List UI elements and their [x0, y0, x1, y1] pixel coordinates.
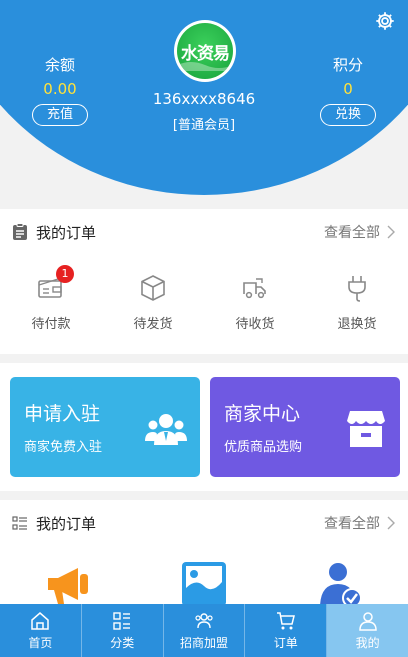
- merchant-center-banner[interactable]: 商家中心 优质商品选购: [210, 377, 400, 477]
- pending-payment-badge: 1: [56, 265, 74, 283]
- promo-banners: 申请入驻 商家免费入驻 商家中心 优质商品选购: [0, 363, 408, 491]
- profile-header: 余额 0.00 充值 水资易 136xxxx8646 [普通会员] 积分 0 兑…: [0, 0, 408, 200]
- order-returns[interactable]: 退换货: [306, 255, 408, 345]
- nav-label: 首页: [28, 635, 53, 650]
- order-item-label: 待收货: [235, 317, 275, 332]
- users-icon: [145, 414, 187, 445]
- nav-label: 招商加盟: [179, 635, 228, 650]
- nav-home[interactable]: 首页: [0, 604, 82, 657]
- points-label: 积分: [332, 56, 363, 74]
- orders-title: 我的订单: [36, 223, 97, 242]
- tools-view-all[interactable]: 查看全部: [324, 513, 380, 533]
- orders-header: 我的订单 查看全部: [0, 209, 408, 255]
- points-value: 0: [343, 80, 353, 98]
- tools-card: 我的订单 查看全部: [0, 500, 408, 604]
- order-item-label: 待付款: [31, 317, 71, 332]
- box-icon: [141, 275, 165, 301]
- nav-franchise[interactable]: 招商加盟: [164, 604, 246, 657]
- points-stat: 积分 0: [308, 54, 388, 98]
- list-icon: [12, 516, 27, 530]
- tool-gallery[interactable]: [136, 560, 272, 604]
- return-icon: [348, 276, 366, 302]
- bottom-nav: 首页 分类 招商加盟 订单 我的: [0, 604, 408, 657]
- image-icon: [182, 562, 226, 604]
- orders-card: 我的订单 查看全部 1 待付款 待发货 待收货 退换货: [0, 209, 408, 354]
- nav-label: 我的: [355, 635, 380, 650]
- order-item-label: 退换货: [337, 317, 377, 332]
- tools-header: 我的订单 查看全部: [0, 500, 408, 546]
- apply-merchant-banner[interactable]: 申请入驻 商家免费入驻: [10, 377, 200, 477]
- megaphone-icon: [48, 568, 88, 604]
- orders-view-all[interactable]: 查看全部: [324, 222, 380, 242]
- chevron-right-icon[interactable]: [386, 225, 396, 239]
- truck-icon: [243, 278, 266, 299]
- group-icon: [195, 612, 213, 628]
- order-to-receive[interactable]: 待收货: [204, 255, 306, 345]
- tools-title: 我的订单: [36, 514, 97, 533]
- person-check-icon: [320, 563, 362, 604]
- balance-label: 余额: [44, 56, 75, 74]
- store-icon: [347, 411, 385, 447]
- clipboard-icon: [13, 223, 27, 240]
- exchange-button[interactable]: 兑换: [320, 104, 376, 126]
- cart-icon: [276, 611, 295, 629]
- nav-label: 分类: [110, 635, 135, 650]
- user-icon: [358, 611, 377, 631]
- home-icon: [31, 611, 50, 630]
- order-to-ship[interactable]: 待发货: [102, 255, 204, 345]
- avatar-logo-text: 水资易: [181, 43, 230, 64]
- tool-announcements[interactable]: [0, 560, 136, 604]
- nav-mine[interactable]: 我的: [327, 604, 408, 657]
- order-item-label: 待发货: [133, 317, 173, 332]
- order-pending-payment[interactable]: 1 待付款: [0, 255, 102, 345]
- nav-label: 订单: [273, 635, 298, 650]
- nav-category[interactable]: 分类: [82, 604, 164, 657]
- grid-list-icon: [113, 611, 131, 630]
- gear-icon[interactable]: [374, 10, 396, 32]
- chevron-right-icon[interactable]: [386, 516, 396, 530]
- avatar[interactable]: 水资易: [174, 20, 236, 82]
- nav-orders[interactable]: 订单: [245, 604, 328, 657]
- tool-verification[interactable]: [272, 560, 408, 604]
